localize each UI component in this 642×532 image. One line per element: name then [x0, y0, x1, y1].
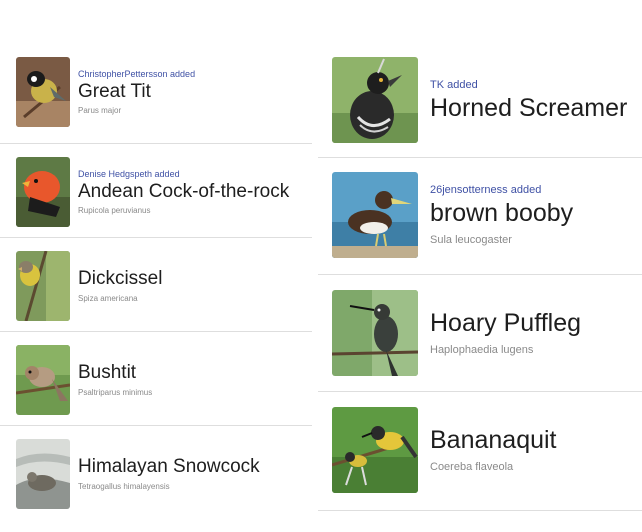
snowcock-photo — [16, 439, 70, 509]
brown-booby-photo — [332, 172, 418, 258]
scientific-name: Spiza americana — [78, 293, 138, 303]
list-item-andean-cock-of-the-rock[interactable]: Denise Hedgspeth added Andean Cock-of-th… — [0, 156, 312, 228]
common-name: Bananaquit — [430, 425, 557, 454]
added-by-label[interactable]: TK added — [430, 79, 627, 91]
cock-of-the-rock-photo — [16, 157, 70, 227]
divider — [0, 425, 312, 426]
list-item-horned-screamer[interactable]: TK added Horned Screamer — [318, 55, 642, 145]
divider — [0, 143, 312, 144]
scientific-name: Rupicola peruvianus — [78, 206, 151, 216]
list-item-himalayan-snowcock[interactable]: Himalayan Snowcock Tetraogallus himalaye… — [0, 438, 312, 510]
scientific-name: Haplophaedia lugens — [430, 344, 534, 357]
common-name: Bushtit — [78, 362, 137, 384]
scientific-name: Coereba flaveola — [430, 461, 514, 474]
list-item-great-tit[interactable]: ChristopherPettersson added Great Tit Pa… — [0, 56, 312, 128]
bushtit-photo — [16, 345, 70, 415]
list-item-dickcissel[interactable]: Dickcissel Spiza americana — [0, 250, 312, 322]
common-name: Hoary Puffleg — [430, 308, 582, 337]
common-name: Andean Cock-of-the-rock — [78, 180, 290, 202]
added-by-label[interactable]: ChristopherPettersson added — [78, 69, 195, 79]
divider — [0, 237, 312, 238]
divider — [318, 157, 642, 158]
scientific-name: Tetraogallus himalayensis — [78, 481, 170, 491]
dickcissel-photo — [16, 251, 70, 321]
common-name: Dickcissel — [78, 268, 163, 290]
scientific-name: Parus major — [78, 106, 122, 116]
list-item-brown-booby[interactable]: 26jensotterness added brown booby Sula l… — [318, 170, 642, 260]
divider — [318, 274, 642, 275]
common-name: Horned Screamer — [430, 93, 628, 122]
list-item-bushtit[interactable]: Bushtit Psaltriparus minimus — [0, 344, 312, 416]
added-by-label[interactable]: Denise Hedgspeth added — [78, 169, 289, 179]
added-by-label[interactable]: 26jensotterness added — [430, 184, 573, 196]
divider — [318, 391, 642, 392]
great-tit-photo — [16, 57, 70, 127]
horned-screamer-photo — [332, 57, 418, 143]
list-item-hoary-puffleg[interactable]: Hoary Puffleg Haplophaedia lugens — [318, 288, 642, 378]
divider — [318, 510, 642, 511]
common-name: brown booby — [430, 198, 574, 227]
common-name: Great Tit — [78, 80, 151, 102]
divider — [0, 331, 312, 332]
scientific-name: Psaltriparus minimus — [78, 387, 153, 397]
bananaquit-photo — [332, 407, 418, 493]
scientific-name: Sula leucogaster — [430, 234, 512, 247]
list-item-bananaquit[interactable]: Bananaquit Coereba flaveola — [318, 405, 642, 495]
hoary-puffleg-photo — [332, 290, 418, 376]
common-name: Himalayan Snowcock — [78, 456, 260, 478]
